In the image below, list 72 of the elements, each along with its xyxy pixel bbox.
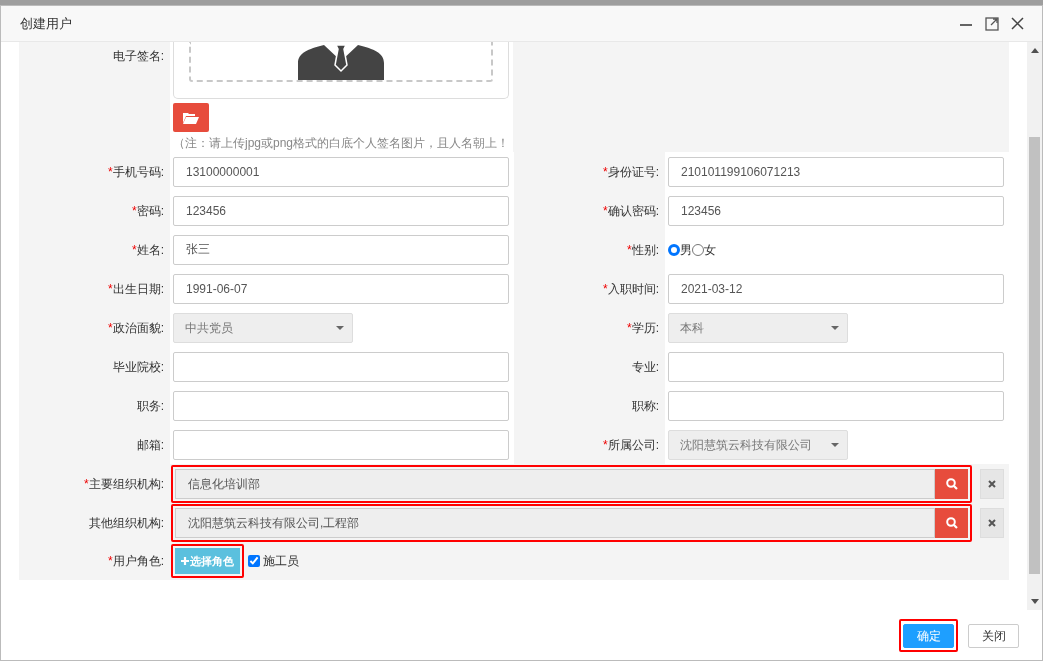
required-mark: *: [603, 280, 608, 298]
field-label: 职务:: [136, 397, 164, 415]
required-mark: *: [603, 202, 608, 220]
field-label: 密码:: [136, 202, 164, 220]
close-icon: [988, 479, 996, 488]
search-button[interactable]: [935, 468, 968, 499]
radio-label: 男: [680, 241, 692, 259]
scroll-up-icon[interactable]: [1030, 48, 1039, 53]
window-title: 创建用户: [20, 14, 73, 33]
person-silhouette-icon: [298, 45, 384, 80]
folder-icon: [183, 111, 199, 124]
field-label: 电子签名:: [112, 48, 164, 65]
input-field[interactable]: 张三: [173, 234, 509, 265]
select-field[interactable]: 沈阳慧筑云科技有限公司: [668, 429, 848, 460]
close-icon: [988, 518, 996, 527]
input-field[interactable]: 2021-03-12: [668, 273, 1004, 304]
required-mark: *: [108, 553, 113, 570]
input-field[interactable]: 13100000001: [173, 156, 509, 187]
select-field[interactable]: 本科: [668, 312, 848, 343]
required-mark: *: [627, 241, 632, 259]
required-mark: *: [132, 202, 137, 220]
checkbox[interactable]: [248, 555, 260, 567]
upload-note: （注：请上传jpg或png格式的白底个人签名图片，且人名朝上！: [173, 135, 511, 152]
field-label: 手机号码:: [112, 163, 164, 181]
search-button[interactable]: [935, 507, 968, 538]
clear-button[interactable]: [980, 468, 1004, 499]
close-button[interactable]: 关闭: [968, 623, 1019, 648]
maximize-icon[interactable]: [985, 16, 999, 31]
required-mark: *: [108, 280, 113, 298]
caret-icon: [336, 325, 344, 330]
field-label: 职称:: [631, 397, 659, 415]
input-field[interactable]: 1991-06-07: [173, 273, 509, 304]
field-label: 性别:: [631, 241, 659, 259]
select-field[interactable]: 中共党员: [173, 312, 353, 343]
field-label: 确认密码:: [607, 202, 659, 220]
plus-icon: [181, 557, 189, 565]
required-mark: *: [603, 436, 608, 454]
search-icon: [945, 477, 958, 490]
field-label: 入职时间:: [607, 280, 659, 298]
clear-button[interactable]: [980, 507, 1004, 538]
field-label: 其他组织机构:: [88, 514, 164, 532]
required-mark: *: [627, 319, 632, 337]
checkbox-label: 施工员: [263, 553, 299, 570]
required-mark: *: [132, 241, 137, 259]
scroll-down-icon[interactable]: [1030, 599, 1039, 604]
close-icon[interactable]: [1011, 17, 1024, 30]
required-mark: *: [603, 163, 608, 181]
radio-label: 女: [704, 241, 716, 259]
upload-button[interactable]: [173, 103, 209, 132]
field-label: 出生日期:: [112, 280, 164, 298]
input-field[interactable]: 123456: [173, 195, 509, 226]
field-label: 姓名:: [136, 241, 164, 259]
input-field[interactable]: 123456: [668, 195, 1004, 226]
field-label: 邮箱:: [136, 436, 164, 454]
input-field[interactable]: 信息化培训部: [175, 468, 935, 499]
required-mark: *: [108, 319, 113, 337]
search-icon: [945, 516, 958, 529]
field-label: 主要组织机构:: [88, 475, 164, 493]
input-field[interactable]: 210101199106071213: [668, 156, 1004, 187]
field-label: 学历:: [631, 319, 659, 337]
field-label: 专业:: [631, 358, 659, 376]
field-label: 所属公司:: [607, 436, 659, 454]
field-label: 政治面貌:: [112, 319, 164, 337]
field-label: 用户角色:: [112, 553, 164, 570]
field-label: 毕业院校:: [112, 358, 164, 376]
input-field[interactable]: 沈阳慧筑云科技有限公司,工程部: [175, 507, 935, 538]
required-mark: *: [84, 475, 89, 493]
caret-icon: [831, 442, 839, 447]
radio-button[interactable]: [668, 243, 680, 256]
required-mark: *: [108, 163, 113, 181]
field-label: 身份证号:: [607, 163, 659, 181]
caret-icon: [831, 325, 839, 330]
